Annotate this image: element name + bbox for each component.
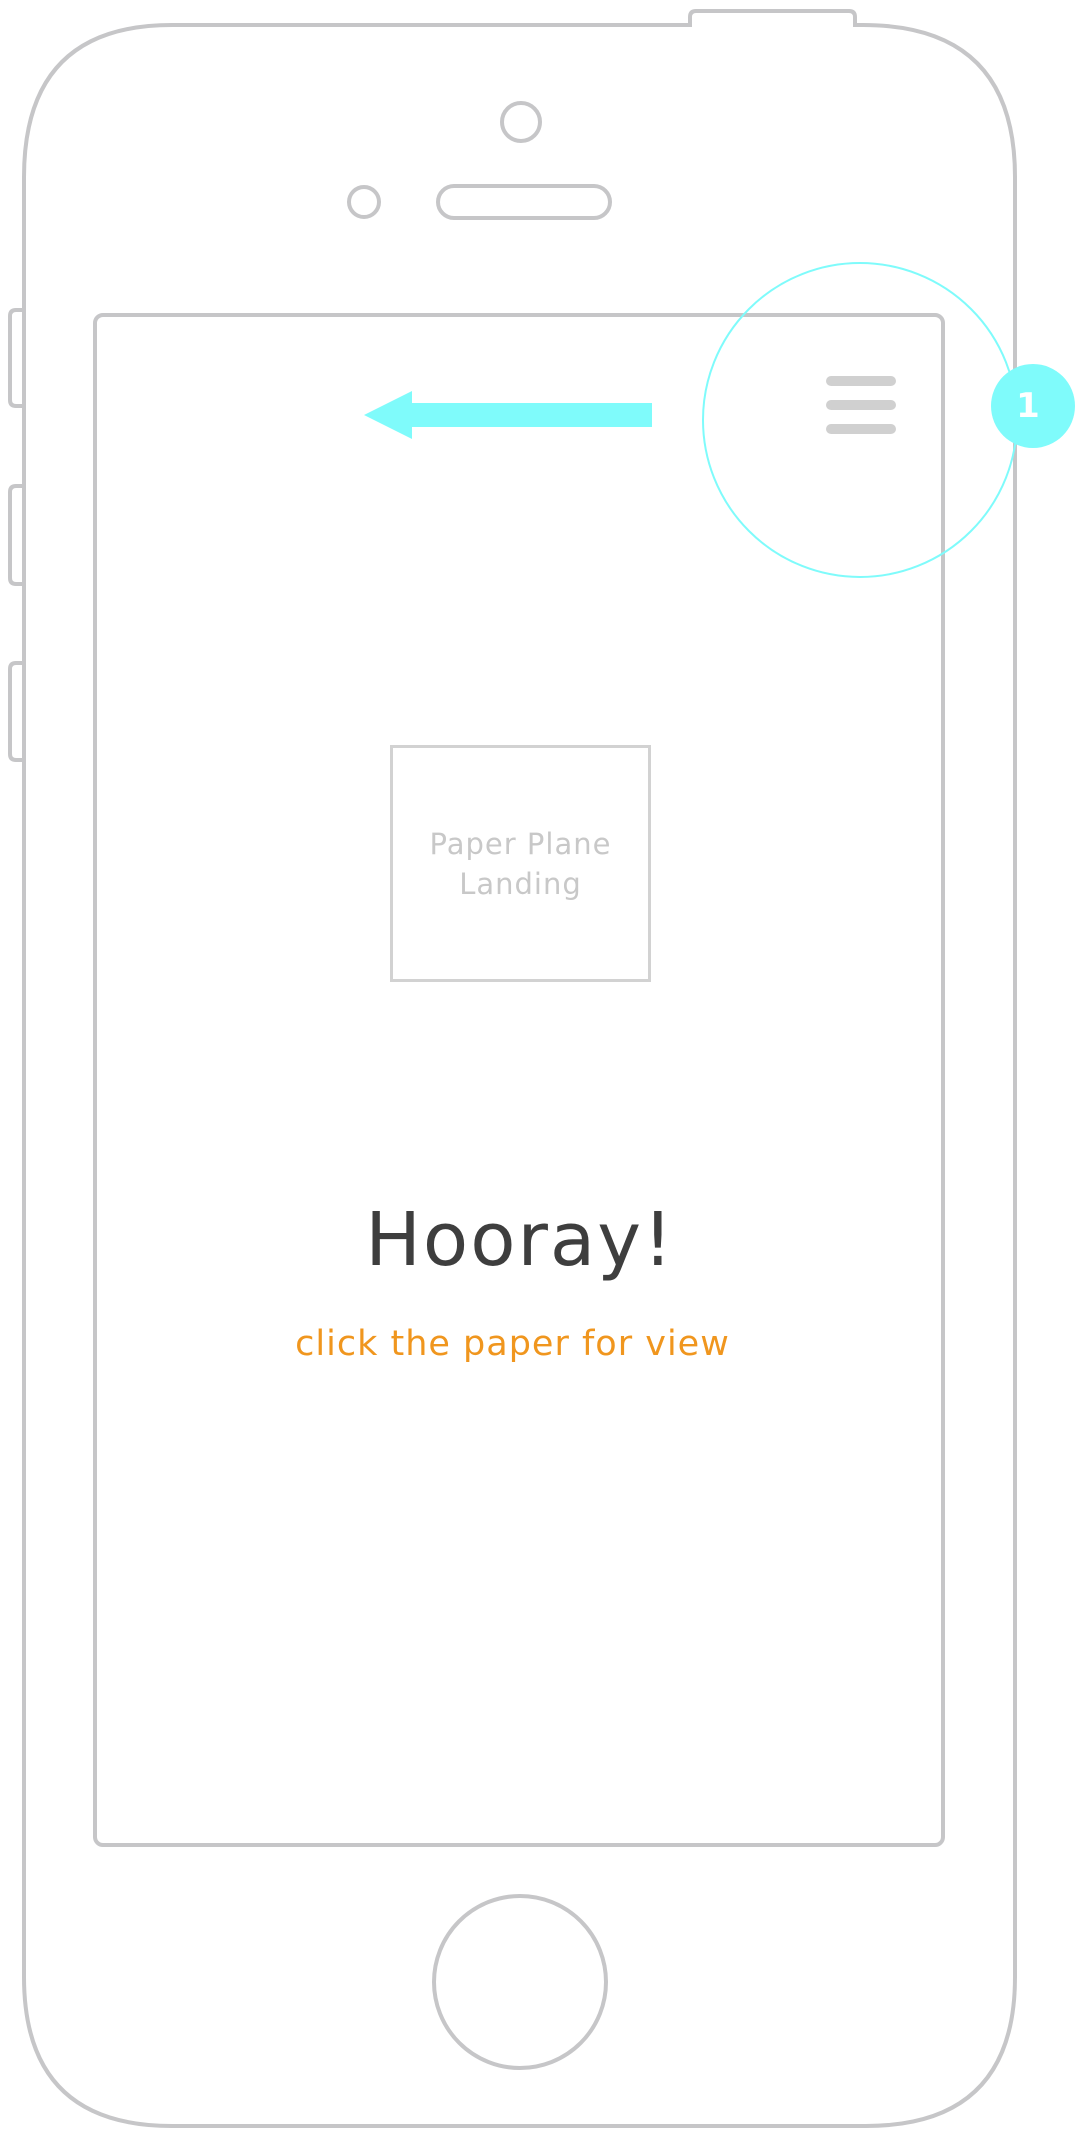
front-camera-icon [500,101,542,143]
menu-button[interactable] [820,370,900,440]
view-paper-link[interactable]: click the paper for view [0,1322,1025,1366]
placeholder-label: Paper Plane Landing [429,826,612,901]
proximity-sensor-icon [347,185,381,219]
headline: Hooray! [365,1197,675,1283]
paper-plane-image-placeholder[interactable]: Paper Plane Landing [390,745,651,982]
earpiece-speaker [436,184,612,220]
swipe-left-arrow-icon [364,391,652,439]
phone-body-outline [22,9,1017,2128]
side-button-volume-down [8,661,24,762]
annotation-badge: 1 [991,364,1075,448]
phone-wireframe [8,9,1018,2128]
home-button[interactable] [432,1894,608,2070]
annotation-badge-number: 1 [1016,386,1040,426]
side-button-volume-up [8,484,24,586]
screen-outline [93,313,945,1847]
side-button-mute [8,308,24,408]
